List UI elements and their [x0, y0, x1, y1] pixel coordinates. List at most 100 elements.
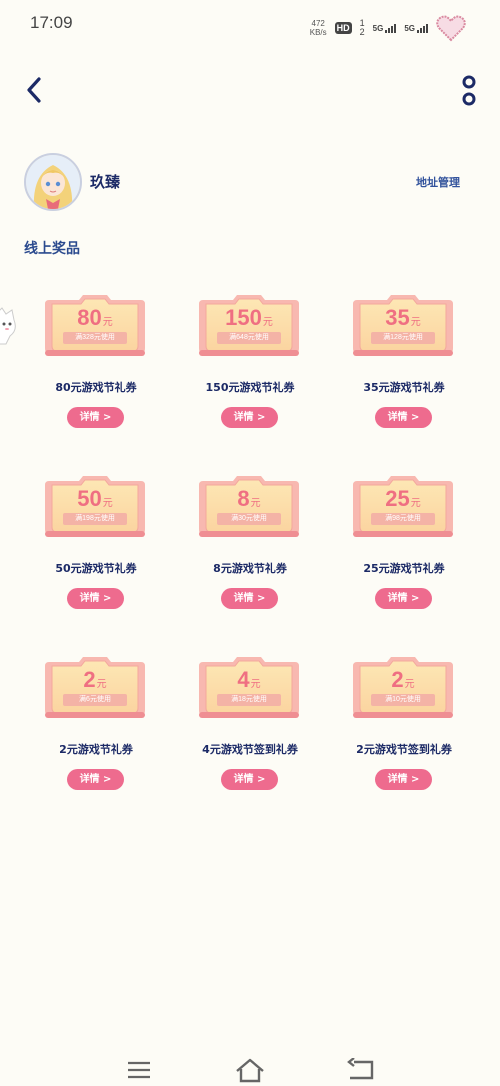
signal-icon-2: 5G	[404, 23, 428, 33]
coupon-amount: 4元	[197, 668, 301, 697]
coupon-ticket[interactable]: 80元 满328元使用	[43, 292, 147, 358]
details-button[interactable]: 详情 >	[375, 769, 432, 790]
prize-card: 2元 满6元使用 2元游戏节礼券 详情 >	[19, 654, 173, 804]
details-button[interactable]: 详情 >	[221, 588, 278, 609]
avatar[interactable]	[24, 153, 82, 211]
network-speed-unit: KB/s	[309, 28, 327, 37]
coupon-condition: 满198元使用	[63, 513, 127, 525]
coupon-amount-value: 25	[385, 486, 410, 511]
prize-name: 150元游戏节礼券	[205, 381, 295, 394]
coupon-ticket[interactable]: 8元 满30元使用	[197, 473, 301, 539]
network-speed: 472 KB/s	[310, 19, 327, 37]
coupon-amount: 2元	[351, 668, 455, 697]
coupon-ticket[interactable]: 50元 满198元使用	[43, 473, 147, 539]
username: 玖臻	[90, 173, 121, 191]
coupon-amount: 35元	[351, 306, 455, 335]
prize-card: 4元 满18元使用 4元游戏节签到礼券详情 >	[173, 654, 327, 804]
coupon-condition: 满30元使用	[217, 513, 281, 525]
section-title: 线上奖品	[24, 241, 80, 257]
coupon-amount: 25元	[351, 487, 455, 516]
address-management-link[interactable]: 地址管理	[416, 174, 460, 190]
profile-row: 玖臻 地址管理	[24, 153, 476, 211]
signal-icon-1: 5G	[372, 23, 397, 33]
signal-label-1: 5G	[372, 23, 384, 33]
coupon-condition: 满128元使用	[371, 332, 435, 344]
coupon-ticket[interactable]: 150元 满648元使用	[197, 292, 301, 358]
coupon-amount-unit: 元	[102, 498, 113, 509]
home-icon	[236, 1058, 264, 1083]
details-button[interactable]: 详情 >	[221, 769, 278, 790]
prize-card: 8元 满30元使用 8元游戏节礼券 详情 >	[173, 473, 327, 623]
coupon-ticket[interactable]: 4元 满18元使用	[197, 654, 301, 720]
back-button[interactable]	[18, 73, 50, 107]
prize-name: 2元游戏节签到礼券	[356, 743, 452, 756]
coupon-condition: 满98元使用	[371, 513, 435, 525]
prize-name: 50元游戏节礼券	[55, 562, 137, 575]
menu-icon	[128, 1061, 150, 1079]
return-icon	[347, 1058, 374, 1080]
prize-name: 80元游戏节礼券	[55, 381, 137, 394]
cat-decoration-icon	[0, 307, 16, 345]
coupon-amount: 2元	[43, 668, 147, 697]
details-button[interactable]: 详情 >	[67, 407, 124, 428]
coupon-amount-unit: 元	[250, 679, 261, 690]
coupon-amount-value: 2	[83, 667, 96, 692]
prize-card: 35元 满128元使用 35元游戏节礼券 详情 >	[327, 292, 481, 442]
coupon-amount-unit: 元	[262, 317, 273, 328]
coupon-amount-unit: 元	[250, 498, 261, 509]
sim-bottom: 2	[359, 27, 365, 37]
coupon-condition: 满10元使用	[371, 694, 435, 706]
prize-name: 35元游戏节礼券	[363, 381, 445, 394]
coupon-ticket[interactable]: 2元 满6元使用	[43, 654, 147, 720]
hd-icon: HD	[334, 22, 352, 34]
sim-indicator: 1 2	[360, 19, 365, 37]
more-vertical-icon	[462, 75, 476, 106]
coupon-condition: 满648元使用	[217, 332, 281, 344]
coupon-amount-value: 80	[77, 305, 102, 330]
prize-card: 150元 满648元使用 150元游戏节礼券 详情 >	[173, 292, 327, 442]
prize-name: 2元游戏节礼券	[59, 743, 133, 756]
prize-name: 25元游戏节礼券	[363, 562, 445, 575]
more-button[interactable]	[452, 73, 486, 109]
coupon-amount-value: 50	[77, 486, 102, 511]
system-back-button[interactable]	[341, 1056, 381, 1084]
coupon-amount-value: 8	[237, 486, 250, 511]
coupon-amount-unit: 元	[410, 317, 421, 328]
details-button[interactable]: 详情 >	[375, 407, 432, 428]
network-speed-value: 472	[311, 19, 325, 28]
coupon-amount-unit: 元	[102, 317, 113, 328]
prize-name: 4元游戏节签到礼券	[202, 743, 298, 756]
coupon-amount: 150元	[197, 306, 301, 335]
coupon-ticket[interactable]: 25元 满98元使用	[351, 473, 455, 539]
details-button[interactable]: 详情 >	[375, 588, 432, 609]
chevron-left-icon	[27, 77, 41, 103]
prize-card: 25元 满98元使用 25元游戏节礼券详情 >	[327, 473, 481, 623]
home-button[interactable]	[230, 1056, 270, 1084]
status-indicators: 472 KB/s HD 1 2 5G 5G	[310, 14, 466, 42]
coupon-amount-value: 150	[225, 305, 262, 330]
navigation-bar	[0, 1050, 500, 1086]
coupon-amount-unit: 元	[404, 679, 415, 690]
avatar-image	[26, 155, 80, 209]
battery-heart-icon	[436, 15, 466, 42]
coupon-ticket[interactable]: 2元 满10元使用	[351, 654, 455, 720]
menu-button[interactable]	[119, 1056, 159, 1084]
coupon-amount-unit: 元	[96, 679, 107, 690]
signal-label-2: 5G	[404, 23, 415, 33]
status-bar: 17:09 472 KB/s HD 1 2 5G 5G	[0, 0, 500, 50]
prize-card: 2元 满10元使用 2元游戏节签到礼券 详情 >	[327, 654, 481, 804]
details-button[interactable]: 详情 >	[67, 588, 124, 609]
coupon-condition: 满6元使用	[63, 694, 127, 706]
coupon-amount: 50元	[43, 487, 147, 516]
details-button[interactable]: 详情 >	[221, 407, 278, 428]
coupon-amount: 8元	[197, 487, 301, 516]
coupon-ticket[interactable]: 35元 满128元使用	[351, 292, 455, 358]
coupon-amount-value: 35	[385, 305, 410, 330]
coupon-amount-value: 2	[391, 667, 404, 692]
status-time: 17:09	[30, 13, 73, 32]
coupon-amount: 80元	[43, 306, 147, 335]
coupon-amount-value: 4	[237, 667, 250, 692]
details-button[interactable]: 详情 >	[67, 769, 124, 790]
prize-card: 50元 满198元使用 50元游戏节礼券 详情 >	[19, 473, 173, 623]
coupon-condition: 满328元使用	[63, 332, 127, 344]
